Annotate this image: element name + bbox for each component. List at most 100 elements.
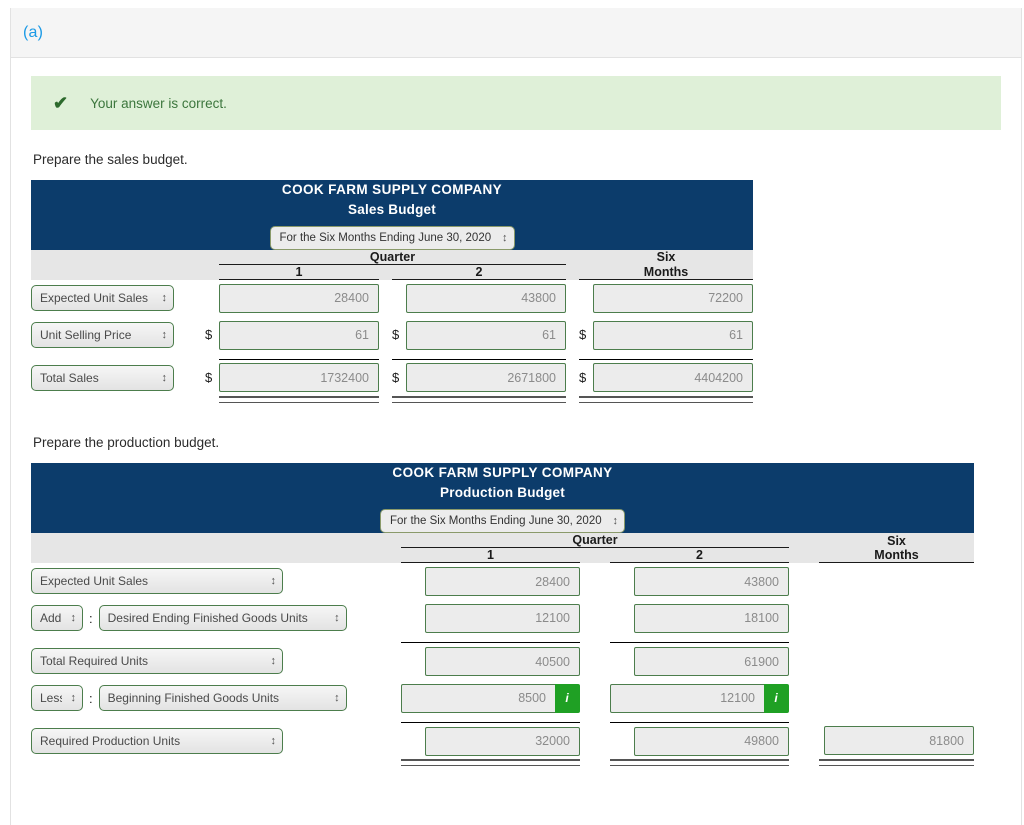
sales-budget-title: Sales Budget — [348, 201, 436, 217]
production-row4-label-selectwrap: Beginning Finished Goods Units — [98, 685, 347, 712]
sales-group-header-row: Quarter Six — [31, 250, 753, 266]
production-row5-q1-input[interactable] — [425, 726, 580, 756]
sales-row3-six-cell — [593, 360, 753, 397]
production-budget-table: COOK FARM SUPPLY COMPANY Production Budg… — [31, 463, 974, 767]
sales-row2-six-currency-cell: $ — [579, 317, 593, 354]
sales-row2-label-cell: Unit Selling Price — [31, 317, 191, 354]
production-row2-q1-input[interactable] — [425, 603, 580, 633]
exercise-card: (a) ✔ Your answer is correct. Prepare th… — [10, 8, 1022, 825]
sales-column-header-row: 1 2 Months — [31, 264, 753, 281]
production-title-band: COOK FARM SUPPLY COMPANY Production Budg… — [31, 463, 974, 534]
production-row3-label-select[interactable]: Total Required Units — [31, 648, 283, 675]
sales-total-rule-q1 — [219, 395, 379, 404]
sales-row3-label-cell: Total Sales — [31, 360, 191, 397]
sales-title-row: COOK FARM SUPPLY COMPANY Sales Budget Fo… — [31, 180, 753, 251]
production-row4-compound: Less : Beginning Finished Goods Units — [31, 685, 376, 712]
production-group-header-row: Quarter Six — [31, 533, 974, 549]
production-row3-label-cell: Total Required Units — [31, 643, 376, 680]
sales-row3-six-input[interactable] — [593, 363, 753, 393]
production-row2-q2-cell — [610, 600, 789, 637]
production-row3-q2-input[interactable] — [634, 647, 789, 676]
production-six-months-line1: Six — [819, 533, 974, 548]
production-period-select[interactable]: For the Six Months Ending June 30, 2020 — [380, 509, 625, 534]
production-row1-q2-input[interactable] — [634, 567, 789, 596]
production-row1-q2-cell — [610, 563, 789, 600]
sales-row3-q2-currency-cell: $ — [392, 360, 406, 397]
production-row1-q1-input[interactable] — [425, 567, 580, 596]
production-row2-compound: Add : Desired Ending Finished Goods Unit… — [31, 605, 376, 632]
sales-six-months-line1: Six — [579, 250, 753, 265]
sales-six-months-line2: Months — [579, 264, 753, 281]
sales-row2-q1-input[interactable] — [219, 320, 379, 350]
sales-instruction: Prepare the sales budget. — [33, 152, 188, 167]
sales-row-unit-selling-price: Unit Selling Price $ $ — [31, 317, 753, 354]
sales-row1-q1-input[interactable] — [219, 283, 379, 313]
production-col-q2: 2 — [610, 547, 789, 564]
production-row2-colon: : — [89, 610, 93, 626]
production-row5-six-cell — [819, 723, 974, 760]
production-row1-label-cell: Expected Unit Sales — [31, 563, 376, 600]
production-row2-prefix-selectwrap: Add — [31, 605, 83, 632]
production-budget-title: Production Budget — [440, 484, 565, 500]
production-row2-q2-input[interactable] — [634, 603, 789, 633]
sales-row3-q1-input[interactable] — [219, 363, 379, 393]
production-row-expected-unit-sales: Expected Unit Sales — [31, 563, 974, 600]
sales-total-rule-q2 — [392, 395, 566, 404]
production-row4-q1-cell: i — [401, 680, 580, 717]
production-row4-colon: : — [89, 690, 93, 706]
production-row2-prefix-select[interactable]: Add — [31, 605, 83, 632]
production-period-selectwrap: For the Six Months Ending June 30, 2020 — [380, 509, 625, 534]
production-row4-prefix-select[interactable]: Less — [31, 685, 83, 712]
sales-row3-label-select[interactable]: Total Sales — [31, 365, 174, 392]
sales-row3-q1-currency-cell: $ — [191, 360, 219, 397]
card-body: ✔ Your answer is correct. Prepare the sa… — [11, 58, 1021, 767]
sales-row1-six-input[interactable] — [593, 283, 753, 313]
production-row3-q2-cell — [610, 643, 789, 680]
production-col-q1: 1 — [401, 547, 580, 564]
sales-row2-q1-currency-cell: $ — [191, 317, 219, 354]
production-row4-q2-input[interactable] — [610, 683, 765, 713]
production-column-header-row: 1 2 Months — [31, 547, 974, 564]
production-row1-label-select[interactable]: Expected Unit Sales — [31, 568, 283, 595]
production-row4-q2-group: i — [610, 683, 789, 713]
sales-row3-q2-input[interactable] — [406, 363, 566, 393]
sales-budget-table: COOK FARM SUPPLY COMPANY Sales Budget Fo… — [31, 180, 753, 404]
info-icon[interactable]: i — [555, 683, 580, 713]
production-row5-selectwrap: Required Production Units — [31, 728, 283, 755]
sales-period-selectwrap: For the Six Months Ending June 30, 2020 — [269, 226, 515, 251]
sales-row-total-sales: Total Sales $ $ — [31, 360, 753, 397]
production-row5-label-cell: Required Production Units — [31, 723, 376, 760]
production-row5-label-select[interactable]: Required Production Units — [31, 728, 283, 755]
sales-row2-q1-cell — [219, 317, 379, 354]
sales-row2-label-select[interactable]: Unit Selling Price — [31, 322, 174, 349]
production-title-row: COOK FARM SUPPLY COMPANY Production Budg… — [31, 463, 974, 534]
production-quarter-group-header: Quarter — [401, 533, 789, 549]
production-row3-q1-input[interactable] — [425, 647, 580, 676]
sales-row-expected-unit-sales: Expected Unit Sales — [31, 280, 753, 317]
production-row-required-production-units: Required Production Units — [31, 723, 974, 760]
production-row1-selectwrap: Expected Unit Sales — [31, 568, 283, 595]
production-row2-label-selectwrap: Desired Ending Finished Goods Units — [98, 605, 347, 632]
sales-row2-six-input[interactable] — [593, 320, 753, 350]
currency-symbol: $ — [392, 327, 400, 343]
sales-total-rule-six — [579, 395, 753, 404]
production-row4-q1-input[interactable] — [401, 683, 556, 713]
currency-symbol: $ — [205, 370, 213, 386]
sales-row1-q2-input[interactable] — [406, 283, 566, 313]
check-icon: ✔ — [53, 93, 69, 113]
sales-row2-q2-cell — [406, 317, 566, 354]
sales-row1-label-select[interactable]: Expected Unit Sales — [31, 285, 174, 312]
part-a-link[interactable]: (a) — [23, 24, 43, 42]
production-row2-label-cell: Add : Desired Ending Finished Goods Unit… — [31, 600, 376, 637]
production-row4-prefix-selectwrap: Less — [31, 685, 83, 712]
production-row4-label-select[interactable]: Beginning Finished Goods Units — [98, 685, 347, 712]
sales-period-select[interactable]: For the Six Months Ending June 30, 2020 — [269, 226, 515, 251]
production-row5-q2-input[interactable] — [634, 726, 789, 756]
production-row2-label-select[interactable]: Desired Ending Finished Goods Units — [98, 605, 347, 632]
production-row5-six-input[interactable] — [824, 726, 974, 756]
sales-row2-q2-input[interactable] — [406, 320, 566, 350]
production-company-name: COOK FARM SUPPLY COMPANY — [392, 465, 613, 481]
sales-company-name: COOK FARM SUPPLY COMPANY — [281, 182, 503, 197]
info-icon[interactable]: i — [764, 683, 789, 713]
production-row3-q1-cell — [401, 643, 580, 680]
